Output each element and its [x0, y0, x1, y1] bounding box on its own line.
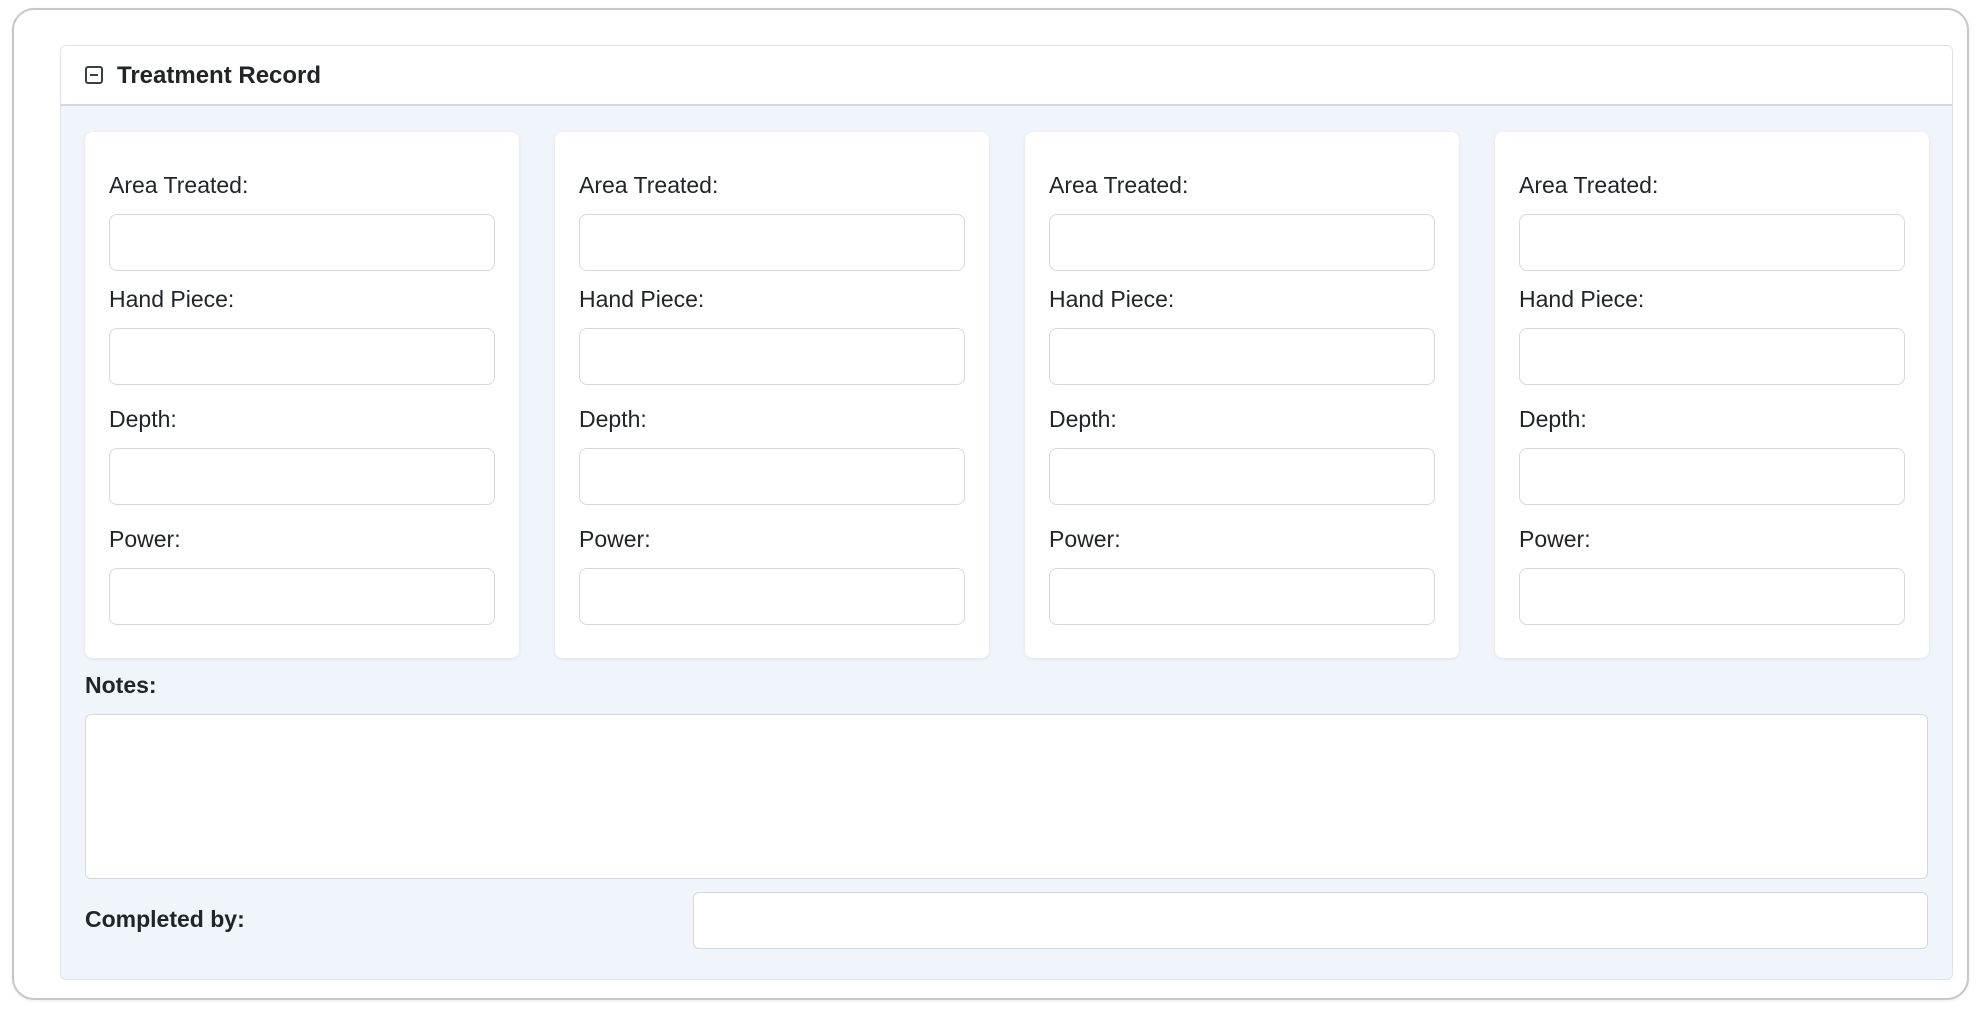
panel-header: Treatment Record — [61, 46, 1952, 106]
depth-label: Depth: — [579, 406, 647, 432]
hand-piece-label: Hand Piece: — [1049, 286, 1175, 312]
completed-by-input[interactable] — [693, 892, 1928, 949]
treatment-card-3: Area Treated: Hand Piece: Depth: Power: — [1025, 132, 1459, 658]
area-treated-input[interactable] — [1049, 214, 1435, 271]
treatment-record-panel: Treatment Record Area Treated: Hand Piec… — [60, 45, 1953, 980]
treatment-card-2: Area Treated: Hand Piece: Depth: Power: — [555, 132, 989, 658]
power-input[interactable] — [109, 568, 495, 625]
treatment-card-1: Area Treated: Hand Piece: Depth: Power: — [85, 132, 519, 658]
depth-input[interactable] — [109, 448, 495, 505]
depth-label: Depth: — [1049, 406, 1117, 432]
hand-piece-input[interactable] — [109, 328, 495, 385]
depth-label: Depth: — [1519, 406, 1587, 432]
minus-square-icon[interactable] — [85, 66, 103, 84]
area-treated-label: Area Treated: — [1519, 172, 1659, 198]
hand-piece-input[interactable] — [579, 328, 965, 385]
panel-title: Treatment Record — [117, 62, 322, 89]
depth-label: Depth: — [109, 406, 177, 432]
hand-piece-label: Hand Piece: — [579, 286, 705, 312]
area-treated-input[interactable] — [1519, 214, 1905, 271]
power-label: Power: — [1049, 526, 1121, 552]
hand-piece-label: Hand Piece: — [1519, 286, 1645, 312]
hand-piece-input[interactable] — [1519, 328, 1905, 385]
hand-piece-label: Hand Piece: — [109, 286, 235, 312]
power-input[interactable] — [1049, 568, 1435, 625]
power-label: Power: — [579, 526, 651, 552]
power-label: Power: — [109, 526, 181, 552]
notes-textarea[interactable] — [85, 714, 1928, 879]
hand-piece-input[interactable] — [1049, 328, 1435, 385]
depth-input[interactable] — [579, 448, 965, 505]
completed-by-label: Completed by: — [85, 906, 245, 932]
area-treated-input[interactable] — [109, 214, 495, 271]
depth-input[interactable] — [1519, 448, 1905, 505]
depth-input[interactable] — [1049, 448, 1435, 505]
treatment-card-4: Area Treated: Hand Piece: Depth: Power: — [1495, 132, 1929, 658]
area-treated-label: Area Treated: — [1049, 172, 1189, 198]
power-input[interactable] — [1519, 568, 1905, 625]
outer-frame: Treatment Record Area Treated: Hand Piec… — [12, 8, 1969, 1000]
notes-label: Notes: — [85, 672, 157, 698]
area-treated-label: Area Treated: — [579, 172, 719, 198]
area-treated-label: Area Treated: — [109, 172, 249, 198]
power-input[interactable] — [579, 568, 965, 625]
area-treated-input[interactable] — [579, 214, 965, 271]
power-label: Power: — [1519, 526, 1591, 552]
